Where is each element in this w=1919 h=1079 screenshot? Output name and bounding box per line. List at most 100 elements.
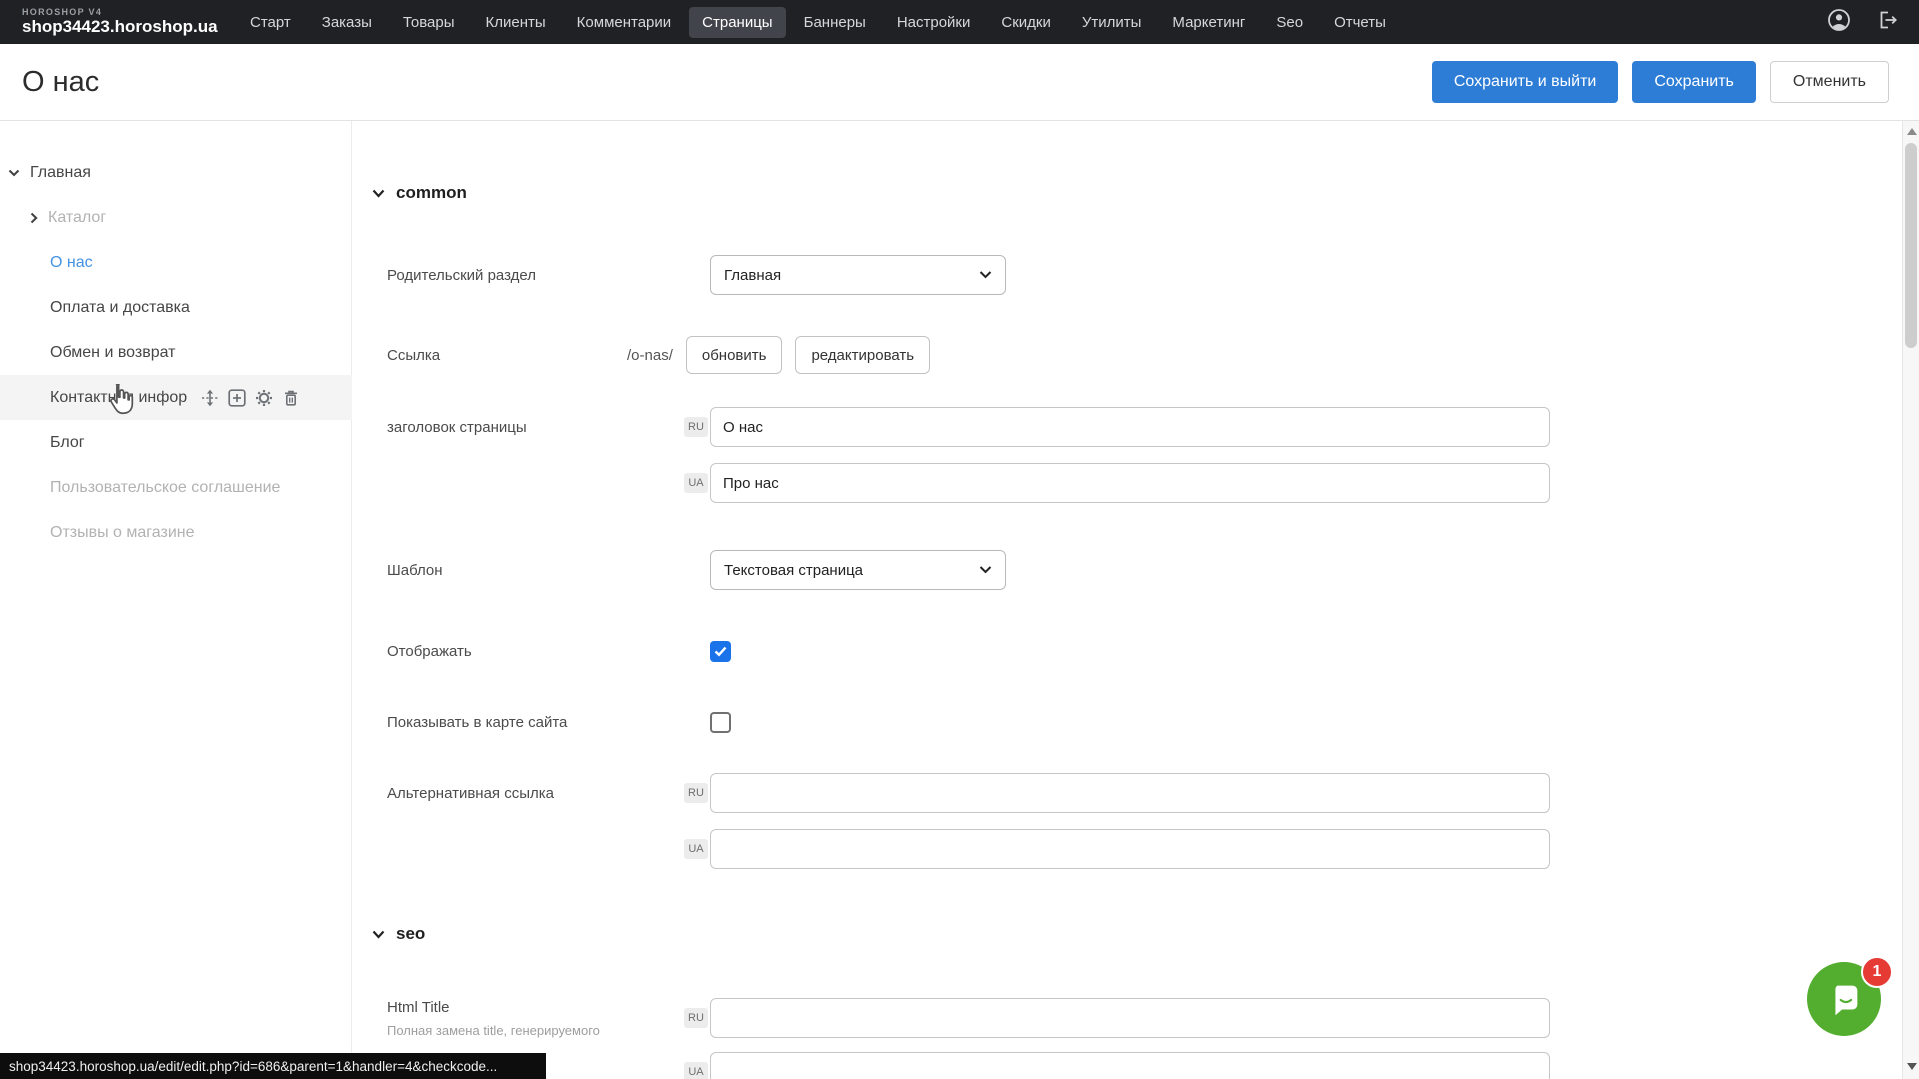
sitemap-label: Показывать в карте сайта (387, 714, 710, 731)
parent-section-select[interactable]: Главная (710, 255, 1006, 295)
chevron-right-icon (30, 212, 38, 224)
tree-item-home[interactable]: Главная (0, 150, 352, 195)
chat-bubble-icon (1824, 979, 1864, 1019)
link-row: Ссылка /o-nas/ обновить редактировать (387, 336, 943, 374)
vertical-scrollbar[interactable] (1902, 121, 1919, 1079)
scrollbar-down-arrow-icon[interactable] (1907, 1063, 1917, 1070)
scrollbar-thumb[interactable] (1905, 143, 1917, 348)
tree-item-label: О нас (50, 254, 93, 272)
chevron-down-icon (8, 169, 20, 177)
chevron-down-icon (372, 930, 385, 939)
parent-section-value: Главная (724, 267, 781, 284)
page-title: О нас (22, 66, 99, 99)
lang-badge-ua: UA (684, 473, 708, 493)
menu-item-start[interactable]: Старт (237, 7, 304, 38)
alt-link-ru-row: Альтернативная ссылка RU (387, 773, 1550, 813)
cancel-button[interactable]: Отменить (1770, 61, 1889, 103)
template-label: Шаблон (387, 562, 710, 579)
menu-item-seo[interactable]: Seo (1263, 7, 1316, 38)
tree-item-about[interactable]: О нас (0, 240, 352, 285)
sitemap-row: Показывать в карте сайта (387, 712, 731, 733)
display-row: Отображать (387, 641, 731, 662)
tree-item-label: Пользовательское соглашение (50, 479, 280, 497)
menu-item-settings[interactable]: Настройки (884, 7, 984, 38)
tree-item-label: Каталог (48, 209, 106, 227)
tree-item-catalog[interactable]: Каталог (0, 195, 352, 240)
template-value: Текстовая страница (724, 562, 863, 579)
page-title-ua-row: UA (387, 463, 1550, 503)
main-menu: Старт Заказы Товары Клиенты Комментарии … (237, 7, 1399, 38)
link-status-bar: shop34423.horoshop.ua/edit/edit.php?id=6… (0, 1053, 546, 1079)
html-title-ru-input[interactable] (710, 998, 1550, 1038)
page-title-label: заголовок страницы (387, 419, 684, 436)
save-and-exit-button[interactable]: Сохранить и выйти (1432, 61, 1619, 103)
page-title-ru-input[interactable] (710, 407, 1550, 447)
pages-tree-sidebar: Главная Каталог О нас Оплата и доставка … (0, 121, 352, 1079)
display-label: Отображать (387, 643, 710, 660)
menu-item-reports[interactable]: Отчеты (1321, 7, 1399, 38)
tree-item-contact-info[interactable]: Контактная инфор (0, 375, 352, 420)
link-edit-button[interactable]: редактировать (795, 336, 930, 374)
template-select[interactable]: Текстовая страница (710, 550, 1006, 590)
lang-badge-ru: RU (684, 783, 708, 803)
link-label: Ссылка (387, 347, 627, 364)
tree-item-exchange-return[interactable]: Обмен и возврат (0, 330, 352, 375)
menu-item-marketing[interactable]: Маркетинг (1159, 7, 1258, 38)
html-title-ru-row: Html Title Полная замена title, генериру… (387, 998, 1550, 1038)
hand-cursor-icon (105, 383, 135, 420)
tree-item-shop-reviews[interactable]: Отзывы о магазине (0, 510, 352, 555)
logo[interactable]: HOROSHOP V4 shop34423.horoshop.ua (22, 8, 237, 35)
logo-domain: shop34423.horoshop.ua (22, 18, 237, 36)
display-checkbox[interactable] (710, 641, 731, 662)
delete-icon[interactable] (282, 389, 300, 407)
template-row: Шаблон Текстовая страница (387, 550, 1006, 590)
settings-icon[interactable] (255, 389, 273, 407)
menu-item-comments[interactable]: Комментарии (564, 7, 684, 38)
parent-section-label: Родительский раздел (387, 267, 710, 284)
chevron-down-icon (979, 271, 992, 279)
tree-item-label: Главная (30, 164, 91, 182)
tree-item-actions (201, 389, 300, 407)
chat-notification-badge: 1 (1861, 956, 1893, 988)
topbar-actions (1827, 8, 1899, 37)
menu-item-discounts[interactable]: Скидки (988, 7, 1063, 38)
chevron-down-icon (372, 189, 385, 198)
section-seo[interactable]: seo (372, 924, 425, 944)
logout-icon[interactable] (1877, 9, 1899, 36)
section-common[interactable]: common (372, 183, 467, 203)
save-button[interactable]: Сохранить (1632, 61, 1756, 103)
status-url: shop34423.horoshop.ua/edit/edit.php?id=6… (9, 1059, 497, 1074)
tree-item-payment-delivery[interactable]: Оплата и доставка (0, 285, 352, 330)
alt-link-ru-input[interactable] (710, 773, 1550, 813)
page-header: О нас Сохранить и выйти Сохранить Отмени… (0, 44, 1919, 121)
alt-link-label: Альтернативная ссылка (387, 785, 684, 802)
tree-item-label: Обмен и возврат (50, 344, 175, 362)
alt-link-ua-input[interactable] (710, 829, 1550, 869)
html-title-label: Html Title Полная замена title, генериру… (387, 999, 684, 1038)
tree-item-blog[interactable]: Блог (0, 420, 352, 465)
sitemap-checkbox[interactable] (710, 712, 731, 733)
scrollbar-up-arrow-icon[interactable] (1907, 128, 1917, 135)
html-title-hint: Полная замена title, генерируемого (387, 1023, 684, 1038)
account-icon[interactable] (1827, 8, 1851, 37)
page-edit-form: common Родительский раздел Главная Ссылк… (352, 121, 1902, 1079)
tree-item-label: Отзывы о магазине (50, 524, 195, 542)
html-title-ua-input[interactable] (710, 1052, 1550, 1079)
header-buttons: Сохранить и выйти Сохранить Отменить (1432, 61, 1889, 103)
menu-item-orders[interactable]: Заказы (309, 7, 385, 38)
page-title-ru-row: заголовок страницы RU (387, 407, 1550, 447)
move-icon[interactable] (201, 389, 219, 407)
add-icon[interactable] (228, 389, 246, 407)
lang-badge-ru: RU (684, 1008, 708, 1028)
menu-item-products[interactable]: Товары (390, 7, 468, 38)
tree-item-user-agreement[interactable]: Пользовательское соглашение (0, 465, 352, 510)
menu-item-banners[interactable]: Баннеры (791, 7, 879, 38)
html-title-ua-row: UA (387, 1052, 1550, 1079)
link-path: /o-nas/ (627, 347, 673, 364)
link-refresh-button[interactable]: обновить (686, 336, 783, 374)
menu-item-pages[interactable]: Страницы (689, 7, 785, 38)
menu-item-clients[interactable]: Клиенты (473, 7, 559, 38)
tree-item-label: Оплата и доставка (50, 299, 190, 317)
page-title-ua-input[interactable] (710, 463, 1550, 503)
menu-item-utilities[interactable]: Утилиты (1069, 7, 1155, 38)
